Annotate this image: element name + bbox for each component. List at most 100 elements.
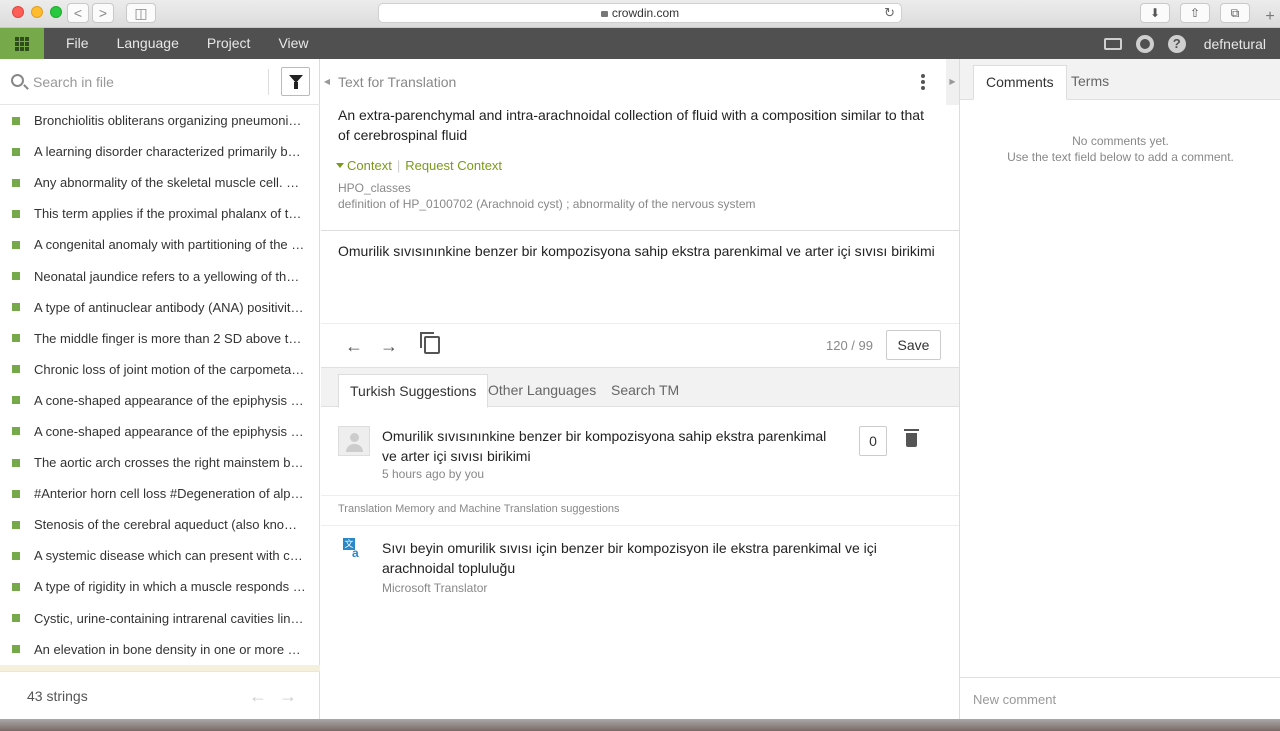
editor-toolbar: ← → 120 / 99 Save xyxy=(321,324,959,369)
tabs-overview-icon[interactable]: ⧉ xyxy=(1220,3,1250,23)
app-menubar: File Language Project View ? defnetural xyxy=(0,28,1280,59)
address-bar[interactable]: crowdin.com ↻ xyxy=(378,3,902,23)
list-item[interactable]: A cone-shaped appearance of the epiphysi… xyxy=(0,416,320,447)
reload-icon[interactable]: ↻ xyxy=(884,4,895,22)
zoom-window-icon[interactable] xyxy=(50,6,62,18)
list-item[interactable]: The aortic arch crosses the right mainst… xyxy=(0,447,320,478)
comments-tabs: Comments Terms xyxy=(960,59,1280,100)
previous-string-icon[interactable]: ← xyxy=(345,336,363,357)
mt-suggestion-text[interactable]: Sıvı beyin omurilik sıvısı için benzer b… xyxy=(382,538,942,578)
list-item[interactable]: #Anterior horn cell loss #Degeneration o… xyxy=(0,478,320,509)
username[interactable]: defnetural xyxy=(1204,36,1266,52)
collapse-left-icon[interactable]: ◀ xyxy=(321,59,333,105)
translated-status-icon xyxy=(12,427,20,436)
translated-status-icon xyxy=(12,334,20,343)
search-divider xyxy=(268,69,269,95)
list-item[interactable]: A congenital anomaly with partitioning o… xyxy=(0,229,320,260)
menu-view[interactable]: View xyxy=(264,28,322,59)
tab-other-languages[interactable]: Other Languages xyxy=(477,374,607,408)
list-item[interactable]: An elevation in bone density in one or m… xyxy=(0,634,320,665)
character-count: 120 / 99 xyxy=(826,338,873,353)
caret-down-icon xyxy=(336,163,344,168)
translated-status-icon xyxy=(12,458,20,467)
save-button[interactable]: Save xyxy=(886,330,941,360)
downloads-icon[interactable]: ⬇ xyxy=(1140,3,1170,23)
context-toggle[interactable]: Context xyxy=(347,158,392,173)
strings-footer: 43 strings ← → xyxy=(0,671,320,719)
suggestion-text[interactable]: Omurilik sıvısınınkine benzer bir kompoz… xyxy=(382,426,842,466)
list-item[interactable]: Bronchiolitis obliterans organizing pneu… xyxy=(0,105,320,136)
list-item[interactable]: A cone-shaped appearance of the epiphysi… xyxy=(0,385,320,416)
request-context-link[interactable]: Request Context xyxy=(405,158,502,173)
list-item[interactable]: Cystic, urine-containing intrarenal cavi… xyxy=(0,603,320,634)
mt-source: Microsoft Translator xyxy=(382,581,488,595)
source-section-label: Text for Translation xyxy=(338,74,457,90)
list-item[interactable]: Any abnormality of the skeletal muscle c… xyxy=(0,167,320,198)
translated-status-icon xyxy=(12,582,20,591)
close-window-icon[interactable] xyxy=(12,6,24,18)
share-icon[interactable]: ⇧ xyxy=(1180,3,1210,23)
keyboard-icon[interactable] xyxy=(1103,37,1122,50)
list-item[interactable]: The middle finger is more than 2 SD abov… xyxy=(0,323,320,354)
comments-panel: Comments Terms No comments yet. Use the … xyxy=(959,59,1280,719)
more-options-icon[interactable] xyxy=(921,74,925,90)
next-string-icon[interactable]: → xyxy=(380,336,398,357)
translated-status-icon xyxy=(12,551,20,560)
browser-back-button[interactable]: < xyxy=(67,3,89,23)
vote-count[interactable]: 0 xyxy=(859,426,887,456)
help-icon[interactable]: ? xyxy=(1167,34,1186,53)
dock xyxy=(0,719,1280,731)
tab-comments[interactable]: Comments xyxy=(973,65,1067,100)
list-item[interactable]: A type of antinuclear antibody (ANA) pos… xyxy=(0,292,320,323)
search-icon xyxy=(11,74,24,87)
strings-list: Bronchiolitis obliterans organizing pneu… xyxy=(0,105,320,671)
copy-source-icon[interactable] xyxy=(420,332,440,354)
collapse-right-icon[interactable]: ▶ xyxy=(946,59,959,105)
new-tab-button[interactable]: + xyxy=(1260,8,1280,28)
filter-button[interactable] xyxy=(281,67,310,96)
translated-status-icon xyxy=(12,645,20,654)
divider xyxy=(321,230,959,231)
editor-panel: Text for Translation An extra-parenchyma… xyxy=(321,59,959,719)
menu-language[interactable]: Language xyxy=(103,28,193,59)
minimize-window-icon[interactable] xyxy=(31,6,43,18)
trash-icon[interactable] xyxy=(904,429,919,447)
next-page-icon[interactable]: → xyxy=(279,686,297,707)
translated-status-icon xyxy=(12,489,20,498)
list-item[interactable]: A systemic disease which can present wit… xyxy=(0,540,320,571)
strings-panel: Bronchiolitis obliterans organizing pneu… xyxy=(0,59,320,719)
list-item[interactable]: A type of rigidity in which a muscle res… xyxy=(0,571,320,602)
suggestion-meta: 5 hours ago by you xyxy=(382,467,485,481)
list-item[interactable]: This term applies if the proximal phalan… xyxy=(0,198,320,229)
list-item[interactable]: A learning disorder characterized primar… xyxy=(0,136,320,167)
suggestions-tabs: Turkish Suggestions Other Languages Sear… xyxy=(321,367,959,408)
gear-icon[interactable] xyxy=(1135,34,1154,53)
translation-textarea[interactable]: Omurilik sıvısınınkine benzer bir kompoz… xyxy=(338,241,938,261)
divider xyxy=(321,525,959,526)
translated-status-icon xyxy=(12,365,20,374)
list-item[interactable]: Stenosis of the cerebral aqueduct (also … xyxy=(0,509,320,540)
translated-status-icon xyxy=(12,520,20,529)
tab-terms[interactable]: Terms xyxy=(1059,65,1121,100)
list-item[interactable]: Chronic loss of joint motion of the carp… xyxy=(0,354,320,385)
context-description: definition of HP_0100702 (Arachnoid cyst… xyxy=(338,197,756,211)
translated-status-icon xyxy=(12,147,20,156)
translated-status-icon xyxy=(12,303,20,312)
search-input[interactable] xyxy=(33,71,261,93)
new-comment-input[interactable] xyxy=(973,689,1263,709)
browser-forward-button[interactable]: > xyxy=(92,3,114,23)
menu-project[interactable]: Project xyxy=(193,28,265,59)
prev-page-icon[interactable]: ← xyxy=(249,686,267,707)
tab-turkish-suggestions[interactable]: Turkish Suggestions xyxy=(338,374,489,408)
context-details: HPO_classes definition of HP_0100702 (Ar… xyxy=(338,180,756,212)
search-row xyxy=(0,59,320,105)
sidebar-toggle-icon[interactable]: ◫ xyxy=(126,3,156,23)
translated-status-icon xyxy=(12,240,20,249)
list-item[interactable]: Neonatal jaundice refers to a yellowing … xyxy=(0,260,320,291)
translated-status-icon xyxy=(12,614,20,623)
translated-status-icon xyxy=(12,209,20,218)
tab-search-tm[interactable]: Search TM xyxy=(600,374,690,408)
divider xyxy=(321,495,959,496)
menu-file[interactable]: File xyxy=(52,28,103,59)
apps-menu-button[interactable] xyxy=(0,28,44,59)
